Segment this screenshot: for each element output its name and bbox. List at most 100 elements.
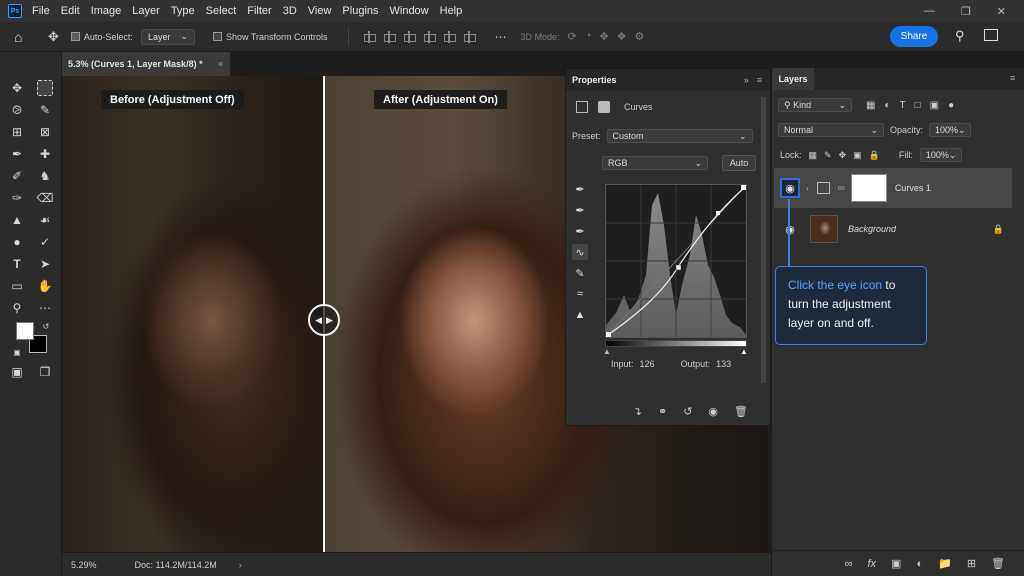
collapse-panel-icon[interactable]: »: [744, 75, 749, 85]
layers-tab[interactable]: Layers: [772, 68, 814, 90]
paint-bucket-icon[interactable]: ▲: [9, 212, 25, 228]
frame-tool-icon[interactable]: ⊠: [37, 124, 53, 140]
menu-layer[interactable]: Layer: [128, 5, 164, 17]
filter-shape-icon[interactable]: □: [915, 100, 921, 111]
foreground-color-swatch[interactable]: [16, 322, 34, 340]
menu-window[interactable]: Window: [386, 5, 433, 17]
channel-dropdown[interactable]: RGB ⌄: [602, 156, 708, 170]
curve-point-tool-icon[interactable]: ∿: [572, 244, 588, 260]
3d-roll-icon[interactable]: ◔: [585, 30, 592, 43]
path-select-icon[interactable]: ➤: [37, 256, 53, 272]
object-select-tool-icon[interactable]: ✎: [37, 102, 53, 118]
blend-mode-dropdown[interactable]: Normal ⌄: [778, 123, 884, 137]
workspace-icon[interactable]: [984, 29, 998, 41]
restore-icon[interactable]: ❐: [961, 5, 971, 18]
curves-adjustment-icon[interactable]: [576, 101, 588, 113]
lock-position-icon[interactable]: ✥: [839, 150, 847, 161]
white-point-eyedropper-icon[interactable]: ✒: [572, 223, 588, 239]
rectangle-tool-icon[interactable]: ▭: [9, 278, 25, 294]
new-group-icon[interactable]: 📁: [938, 557, 952, 570]
3d-slide-icon[interactable]: ❖: [617, 30, 627, 43]
more-options-icon[interactable]: ⋯: [495, 30, 507, 44]
transform-controls-checkbox[interactable]: [213, 32, 222, 41]
black-slider-icon[interactable]: ▲: [603, 347, 611, 356]
filter-type-icon[interactable]: T: [900, 100, 906, 111]
eyedropper-tool-icon[interactable]: ✒: [9, 146, 25, 162]
smudge-tool-icon[interactable]: ☙: [37, 212, 53, 228]
swap-colors-icon[interactable]: ↺: [38, 318, 54, 334]
menu-3d[interactable]: 3D: [279, 5, 301, 17]
new-adjustment-icon[interactable]: ◐: [916, 558, 923, 570]
black-point-eyedropper-icon[interactable]: ✒: [572, 181, 588, 197]
lasso-tool-icon[interactable]: ⧁: [9, 102, 25, 118]
move-tool-icon[interactable]: ✥: [9, 80, 25, 96]
input-value[interactable]: 126: [640, 359, 655, 369]
layer-style-icon[interactable]: fx: [867, 558, 876, 570]
view-previous-icon[interactable]: ⚭: [658, 405, 667, 418]
properties-scrollbar[interactable]: [761, 97, 766, 383]
brush-tool-icon[interactable]: ✐: [9, 168, 25, 184]
lock-artboard-icon[interactable]: ▣: [853, 150, 862, 161]
marquee-tool-icon[interactable]: [37, 80, 53, 96]
layer-background[interactable]: ◉ Background 🔒: [774, 209, 1012, 249]
dodge-tool-icon[interactable]: ●: [9, 234, 25, 250]
panel-menu-icon[interactable]: ≡: [1010, 73, 1015, 83]
trash-icon[interactable]: 🗑: [734, 405, 748, 418]
reset-icon[interactable]: ↺: [683, 405, 692, 418]
clip-to-layer-icon[interactable]: ↴: [633, 405, 642, 418]
auto-button[interactable]: Auto: [722, 155, 756, 171]
3d-pan-icon[interactable]: ✥: [599, 30, 608, 43]
eraser-tool-icon[interactable]: ⌫: [37, 190, 54, 206]
preset-dropdown[interactable]: Custom ⌄: [606, 129, 753, 143]
zoom-level[interactable]: 5.29%: [71, 560, 97, 570]
align-bottom-icon[interactable]: [463, 30, 476, 43]
layer-curves[interactable]: ◉ › ∞ Curves 1: [774, 168, 1012, 208]
more-tools-icon[interactable]: ⋯: [37, 300, 53, 316]
align-right-icon[interactable]: [403, 30, 416, 43]
filter-pixel-icon[interactable]: ▦: [866, 100, 875, 111]
default-colors-icon[interactable]: ▣: [9, 344, 25, 360]
curves-graph[interactable]: [605, 184, 747, 338]
filter-kind-dropdown[interactable]: ⚲ Kind ⌄: [778, 98, 852, 112]
auto-select-checkbox[interactable]: [70, 32, 80, 41]
menu-edit[interactable]: Edit: [57, 5, 84, 17]
menu-filter[interactable]: Filter: [243, 5, 275, 17]
lock-image-icon[interactable]: ✎: [824, 150, 832, 161]
align-middle-icon[interactable]: [443, 30, 456, 43]
expand-chevron-icon[interactable]: ›: [806, 184, 809, 193]
panel-menu-icon[interactable]: ≡: [757, 75, 762, 85]
3d-orbit-icon[interactable]: ⟳: [568, 30, 577, 43]
menu-type[interactable]: Type: [167, 5, 199, 17]
clone-stamp-icon[interactable]: ♞: [37, 168, 53, 184]
filter-toggle-icon[interactable]: ●: [948, 100, 954, 111]
minimize-icon[interactable]: —: [924, 5, 935, 18]
clipping-warning-icon[interactable]: ▲: [572, 307, 588, 323]
menu-view[interactable]: View: [304, 5, 336, 17]
close-window-icon[interactable]: ✕: [997, 5, 1006, 18]
lock-transparent-icon[interactable]: ▦: [809, 150, 818, 161]
menu-plugins[interactable]: Plugins: [338, 5, 382, 17]
crop-tool-icon[interactable]: ⊞: [9, 124, 25, 140]
share-button[interactable]: Share: [890, 26, 938, 47]
home-icon[interactable]: ⌂: [14, 29, 34, 45]
filter-smart-object-icon[interactable]: ▣: [930, 100, 939, 111]
quick-mask-icon[interactable]: ▣: [9, 364, 25, 380]
pencil-curve-icon[interactable]: ✎: [572, 265, 588, 281]
chain-link-icon[interactable]: ∞: [838, 183, 845, 194]
visibility-eye-icon[interactable]: ◉: [708, 405, 718, 418]
white-slider-icon[interactable]: ▲: [740, 347, 748, 356]
healing-brush-icon[interactable]: ✚: [37, 146, 53, 162]
menu-file[interactable]: File: [28, 5, 54, 17]
layer-visibility-eye-icon[interactable]: ◉: [780, 219, 800, 239]
menu-select[interactable]: Select: [202, 5, 241, 17]
opacity-field[interactable]: 100% ⌄: [929, 123, 972, 137]
menu-help[interactable]: Help: [436, 5, 467, 17]
document-tab[interactable]: 5.3% (Curves 1, Layer Mask/8) * ×: [62, 52, 230, 76]
filter-adjustment-icon[interactable]: ◐: [884, 100, 890, 111]
align-left-icon[interactable]: [363, 30, 376, 43]
close-tab-icon[interactable]: ×: [218, 59, 223, 69]
layer-visibility-eye-icon[interactable]: ◉: [780, 178, 800, 198]
output-value[interactable]: 133: [716, 359, 731, 369]
fill-field[interactable]: 100% ⌄: [919, 148, 962, 162]
trash-icon[interactable]: 🗑: [991, 557, 1005, 570]
